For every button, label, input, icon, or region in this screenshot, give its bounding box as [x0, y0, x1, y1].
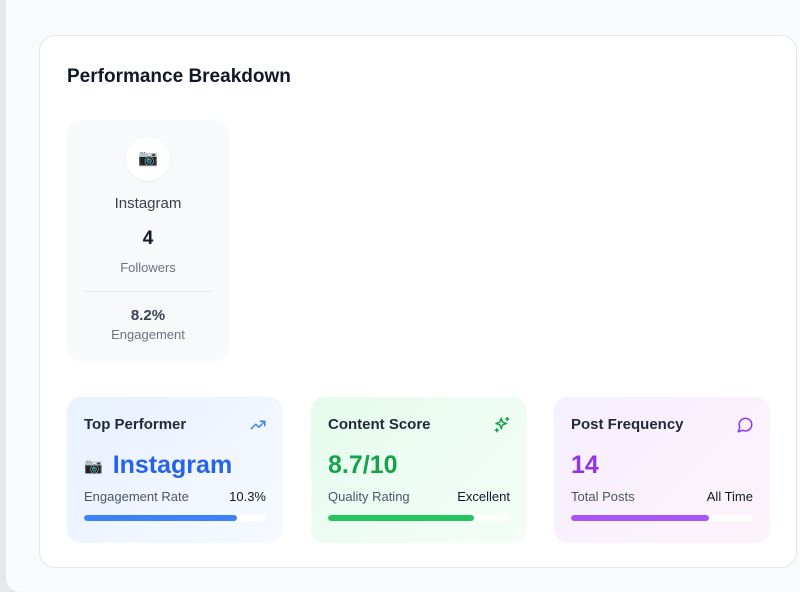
engagement-rate-label: Engagement Rate: [84, 489, 189, 504]
divider: [84, 291, 212, 292]
content-score-title: Content Score: [328, 416, 431, 433]
engagement-value: 8.2%: [130, 307, 166, 324]
total-posts-label: Total Posts: [571, 489, 635, 504]
trending-up-icon: [250, 420, 266, 430]
camera-icon: 📷: [126, 137, 170, 181]
platform-name: Instagram: [114, 195, 182, 212]
content-score-bar-fill: [328, 515, 474, 521]
followers-label: Followers: [120, 260, 176, 275]
top-performer-title: Top Performer: [84, 416, 187, 433]
top-performer-name: Instagram: [112, 451, 233, 479]
section-title: Performance Breakdown: [67, 66, 291, 87]
engagement-label: Engagement: [111, 327, 185, 342]
engagement-rate-bar: [84, 515, 266, 521]
post-frequency-card: Post Frequency 14 Total Posts All Time: [554, 397, 770, 543]
dashboard-panel: Performance Breakdown 📷 Instagram 4 Foll…: [6, 0, 800, 592]
post-frequency-bar: [571, 515, 753, 521]
post-frequency-bar-fill: [571, 515, 710, 521]
post-frequency-row: Total Posts All Time: [571, 489, 753, 504]
engagement-rate-value: 10.3%: [229, 489, 266, 504]
post-frequency-title: Post Frequency: [571, 416, 684, 433]
performance-breakdown-card: Performance Breakdown 📷 Instagram 4 Foll…: [39, 35, 797, 568]
camera-icon: 📷: [84, 458, 103, 475]
top-performer-value: 📷 Instagram: [84, 451, 232, 480]
platform-card-instagram[interactable]: 📷 Instagram 4 Followers 8.2% Engagement: [67, 120, 229, 361]
sparkles-icon: [494, 416, 510, 433]
top-performer-card: Top Performer 📷 Instagram Engagement Rate…: [67, 397, 283, 543]
message-circle-icon: [737, 417, 753, 433]
quality-rating-value: Excellent: [457, 489, 510, 504]
top-performer-row: Engagement Rate 10.3%: [84, 489, 266, 504]
content-score-value: 8.7/10: [328, 451, 398, 479]
content-score-bar: [328, 515, 510, 521]
all-time-label: All Time: [706, 489, 753, 504]
post-frequency-value: 14: [571, 451, 599, 479]
content-score-card: Content Score 8.7/10 Quality Rating Exce…: [311, 397, 527, 543]
quality-rating-label: Quality Rating: [328, 489, 410, 504]
engagement-rate-bar-fill: [84, 515, 237, 521]
content-score-row: Quality Rating Excellent: [328, 489, 510, 504]
followers-count: 4: [142, 228, 154, 249]
